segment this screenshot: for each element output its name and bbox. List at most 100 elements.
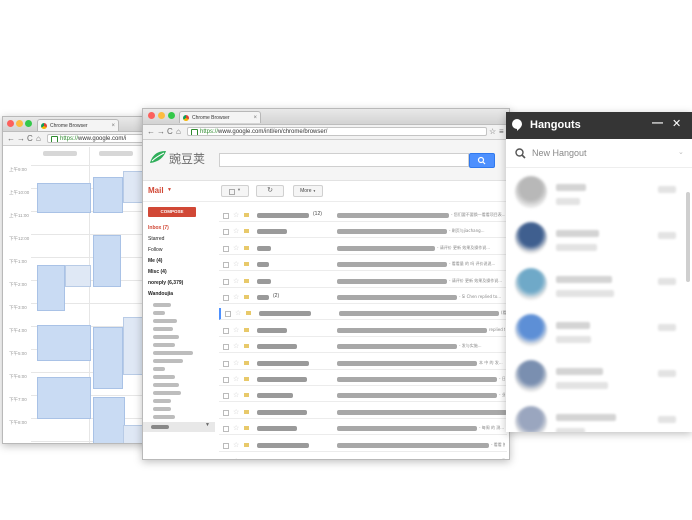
- importance-marker-icon[interactable]: [244, 278, 249, 283]
- nav-inbox[interactable]: Inbox (7): [148, 224, 169, 232]
- nav-label-item[interactable]: [153, 399, 171, 403]
- calendar-event[interactable]: [93, 397, 125, 443]
- email-row[interactable]: ☆ 本 中 的 发...: [219, 358, 507, 370]
- bookmark-star-icon[interactable]: ☆: [489, 126, 496, 137]
- email-row[interactable]: ☆ (2) - Si Chen replied to...: [219, 292, 507, 304]
- nav-follow[interactable]: Follow: [148, 246, 162, 254]
- minimize-button[interactable]: —: [652, 117, 663, 129]
- minimize-window-button[interactable]: [158, 112, 165, 119]
- nav-label-item[interactable]: [153, 415, 175, 419]
- row-checkbox[interactable]: [223, 393, 229, 400]
- mail-search-input[interactable]: [219, 153, 469, 167]
- star-icon[interactable]: ☆: [233, 259, 239, 270]
- email-row[interactable]: ☆ - 日 刊 的 进...: [219, 374, 507, 386]
- importance-marker-icon[interactable]: [244, 409, 249, 414]
- calendar-event[interactable]: [93, 177, 123, 213]
- zoom-window-button[interactable]: [25, 120, 32, 127]
- row-checkbox[interactable]: [225, 311, 231, 318]
- importance-marker-icon[interactable]: [244, 442, 249, 447]
- close-window-button[interactable]: [7, 120, 14, 127]
- importance-marker-icon[interactable]: [244, 393, 249, 398]
- email-row[interactable]: ☆ - 业务结果报告...: [219, 390, 507, 403]
- importance-marker-icon[interactable]: [244, 360, 249, 365]
- contact-row[interactable]: [506, 312, 690, 358]
- row-checkbox[interactable]: [223, 426, 229, 433]
- tab-chrome-browser[interactable]: Chrome Browser ×: [179, 111, 261, 123]
- row-checkbox[interactable]: [223, 344, 229, 351]
- importance-marker-icon[interactable]: [244, 229, 249, 234]
- zoom-window-button[interactable]: [168, 112, 175, 119]
- star-icon[interactable]: ☆: [233, 276, 239, 287]
- importance-marker-icon[interactable]: [244, 245, 249, 250]
- nav-label-item[interactable]: [153, 407, 171, 411]
- mail-label[interactable]: Mail: [148, 186, 164, 195]
- tab-close-icon[interactable]: ×: [111, 120, 115, 131]
- nav-starred[interactable]: Starred: [148, 235, 164, 243]
- mail-dropdown-icon[interactable]: ▼: [167, 187, 172, 193]
- chevron-down-icon[interactable]: ⌄: [678, 148, 684, 156]
- row-checkbox[interactable]: [223, 459, 229, 460]
- row-checkbox[interactable]: [223, 278, 229, 285]
- contact-row[interactable]: [506, 220, 690, 266]
- calendar-event[interactable]: [37, 325, 91, 361]
- nav-wandoujia[interactable]: Wandoujia: [148, 290, 173, 298]
- star-icon[interactable]: ☆: [233, 341, 239, 352]
- email-row[interactable]: ☆ - 请评价 更新 效果及操作说...: [219, 276, 507, 288]
- star-icon[interactable]: ☆: [233, 390, 239, 401]
- star-icon[interactable]: ☆: [233, 325, 239, 336]
- calendar-event[interactable]: [93, 327, 123, 389]
- search-button[interactable]: [469, 153, 495, 168]
- reload-icon[interactable]: C: [27, 133, 33, 144]
- email-row[interactable]: ☆ - 每周 的 测...: [219, 423, 507, 436]
- nav-label-item[interactable]: [153, 319, 177, 323]
- nav-label-item[interactable]: [153, 375, 175, 379]
- nav-misc[interactable]: Misc (4): [148, 268, 167, 276]
- star-icon[interactable]: ☆: [233, 243, 239, 254]
- nav-label-item[interactable]: [153, 343, 175, 347]
- nav-label-item[interactable]: [153, 383, 179, 387]
- importance-marker-icon[interactable]: [244, 327, 249, 332]
- star-icon[interactable]: ☆: [233, 440, 239, 451]
- email-row[interactable]: ☆ replied to...: [219, 325, 507, 337]
- email-row[interactable]: ☆ (12) - 您们要不要换一看看项目表...: [219, 210, 507, 222]
- row-checkbox[interactable]: [223, 245, 229, 252]
- row-checkbox[interactable]: [223, 360, 229, 367]
- tab-chrome-browser[interactable]: Chrome Browser ×: [37, 119, 119, 131]
- nav-label-item[interactable]: [153, 351, 193, 355]
- row-checkbox[interactable]: [223, 327, 229, 334]
- importance-marker-icon[interactable]: [244, 344, 249, 349]
- home-icon[interactable]: ⌂: [36, 133, 41, 144]
- row-checkbox[interactable]: [223, 409, 229, 416]
- back-icon[interactable]: ←: [147, 126, 155, 137]
- nav-label-item[interactable]: [153, 391, 181, 395]
- importance-marker-icon[interactable]: [244, 213, 249, 217]
- address-bar[interactable]: https://www.google.com/i: [47, 134, 153, 143]
- contact-row[interactable]: [506, 358, 690, 404]
- importance-marker-icon[interactable]: [244, 295, 249, 299]
- row-checkbox[interactable]: [223, 377, 229, 383]
- label-dropdown-icon[interactable]: ▼: [205, 422, 210, 428]
- nav-label-item[interactable]: [153, 367, 165, 371]
- nav-selected-label[interactable]: ▼: [143, 422, 215, 432]
- calendar-event[interactable]: [93, 235, 121, 287]
- minimize-window-button[interactable]: [16, 120, 23, 127]
- email-row[interactable]: ☆- 周 刊 发...: [219, 407, 507, 419]
- nav-label-item[interactable]: [153, 303, 171, 307]
- email-row[interactable]: ☆ - 看看 推荐 发...: [219, 440, 507, 452]
- importance-marker-icon[interactable]: [244, 426, 249, 431]
- star-icon[interactable]: ☆: [233, 210, 239, 221]
- address-bar[interactable]: https://www.google.com/intl/en/chrome/br…: [187, 127, 487, 136]
- select-all-button[interactable]: ▼: [221, 185, 249, 197]
- importance-marker-icon[interactable]: [244, 377, 249, 381]
- importance-marker-icon[interactable]: [246, 311, 251, 316]
- row-checkbox[interactable]: [223, 213, 229, 219]
- forward-icon[interactable]: →: [17, 133, 25, 144]
- home-icon[interactable]: ⌂: [176, 126, 181, 137]
- star-icon[interactable]: ☆: [233, 423, 239, 434]
- nav-label-item[interactable]: [153, 359, 183, 363]
- star-icon[interactable]: ☆: [235, 308, 241, 319]
- contact-row[interactable]: [506, 404, 690, 432]
- close-window-button[interactable]: [148, 112, 155, 119]
- new-hangout-search[interactable]: New Hangout ⌄: [506, 139, 692, 168]
- star-icon[interactable]: ☆: [233, 456, 239, 459]
